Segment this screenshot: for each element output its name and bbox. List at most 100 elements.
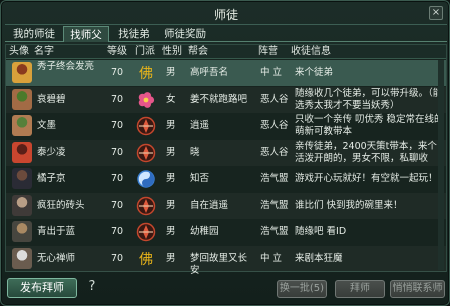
svg-text:佛: 佛 [139, 66, 153, 82]
col-avatar: 头像 [9, 46, 29, 57]
player-name: 橘子京 [37, 173, 66, 184]
title-bar: 师徒 × [5, 3, 447, 25]
sword-sect-icon [136, 196, 156, 216]
player-faction: 恶人谷 [260, 146, 289, 158]
window-title: 师徒 [213, 8, 238, 22]
player-faction: 中 立 [260, 252, 283, 264]
col-name: 名字 [34, 46, 54, 57]
player-gender: 女 [166, 93, 176, 105]
master-apprentice-window: 师徒 × 我的师徒 找师父 找徒弟 师徒奖励 头像 名字 等级 门派 性别 帮会… [0, 0, 450, 306]
player-faction: 恶人谷 [260, 120, 289, 131]
player-gender: 男 [166, 252, 176, 264]
publish-button[interactable]: 发布拜师 [7, 278, 77, 298]
player-guild: 梦回故里又长安 [190, 252, 248, 276]
table-row[interactable]: 秀子终会发亮 70 佛 男 高呼吾名 中 立 来个徒弟 [6, 60, 446, 86]
master-list: 头像 名字 等级 门派 性别 帮会 阵营 收徒信息 秀子终会发亮 70 佛男高呼吾名… [5, 44, 447, 276]
table-row[interactable]: 疯狂的砖头 70 男 自在逍遥 浩气盟 谁比们 快到我的碗里来！ [6, 193, 446, 219]
close-button[interactable]: × [429, 6, 443, 20]
col-faction: 阵营 [258, 46, 278, 57]
fo-sect-icon: 佛 [136, 249, 156, 269]
apprentice-button[interactable]: 拜师 [335, 280, 385, 298]
player-gender: 男 [166, 226, 176, 237]
sword-sect-icon [136, 116, 156, 136]
recruit-info: 亲传徒弟，2400天策t带本，来个活泼开朗的，男女不限，私聊收 [295, 140, 437, 164]
table-row[interactable]: 哀碧碧 70 女 姜不就跑路吧 恶人谷 随缘收几个徒弟，可以带升级。（能选秀太我才不要当妖… [6, 87, 446, 113]
recruit-info: 谁比们 快到我的碗里来！ [295, 199, 403, 211]
col-sect: 门派 [135, 46, 155, 57]
table-row[interactable]: 青出于蓝 70 男 幼稚园 浩气盟 随缘吧 看ID [6, 219, 446, 245]
player-faction: 浩气盟 [260, 199, 289, 211]
col-level: 等级 [107, 46, 127, 57]
tab-find-apprentice[interactable]: 找徒弟 [111, 26, 157, 42]
avatar [12, 194, 32, 216]
tab-my-master-apprentice[interactable]: 我的师徒 [7, 26, 61, 42]
avatar [12, 141, 32, 163]
player-guild: 晓 [190, 146, 200, 158]
sword-sect-icon [136, 143, 156, 163]
player-level: 70 [111, 93, 124, 105]
flower-sect-icon [136, 90, 156, 110]
player-guild: 逍遥 [190, 120, 210, 131]
player-faction: 浩气盟 [260, 226, 289, 237]
player-name: 泰少凌 [37, 146, 66, 158]
bottom-bar: 发布拜师 ? 换一批(5) 拜师 悄悄联系师 [5, 274, 447, 304]
fo-sect-icon: 佛 [136, 63, 156, 83]
tab-find-master[interactable]: 找师父 [63, 26, 109, 42]
player-faction: 恶人谷 [260, 93, 289, 105]
player-guild: 知否 [190, 173, 210, 184]
player-name: 文墨 [37, 120, 57, 131]
avatar [12, 62, 32, 83]
table-row[interactable]: 文墨 70 男 逍遥 恶人谷 只收一个亲传 叨优秀 稳定常在线的 萌新可教带本 [6, 113, 446, 139]
table-row[interactable]: 无心禅师 70 佛 男 梦回故里又长安中 立来剧本狂魔 [6, 246, 446, 276]
player-name: 无心禅师 [37, 252, 76, 264]
tab-rewards[interactable]: 师徒奖励 [159, 26, 211, 42]
player-level: 70 [111, 226, 124, 237]
recruit-info: 来个徒弟 [295, 67, 334, 78]
player-faction: 浩气盟 [260, 173, 289, 184]
player-gender: 男 [166, 120, 176, 131]
player-level: 70 [111, 173, 124, 184]
player-guild: 高呼吾名 [190, 67, 229, 78]
col-gender: 性别 [162, 46, 182, 57]
player-guild: 自在逍遥 [190, 199, 229, 211]
player-name: 青出于蓝 [37, 226, 76, 237]
player-faction: 中 立 [260, 67, 283, 78]
scrollbar[interactable] [438, 60, 444, 270]
avatar [12, 88, 32, 110]
player-level: 70 [111, 252, 124, 264]
svg-text:佛: 佛 [139, 252, 153, 268]
player-level: 70 [111, 120, 124, 131]
col-guild: 帮会 [188, 46, 208, 57]
player-name: 秀子终会发亮 [37, 61, 95, 72]
player-gender: 男 [166, 173, 176, 184]
sword-sect-icon [136, 222, 156, 242]
table-row[interactable]: 泰少凌 70 男 晓 恶人谷 亲传徒弟，2400天策t带本，来个活泼开朗的，男女不限，私聊… [6, 140, 446, 166]
player-gender: 男 [166, 67, 176, 78]
refresh-button[interactable]: 换一批(5) [277, 280, 327, 298]
player-gender: 男 [166, 146, 176, 158]
player-level: 70 [111, 199, 124, 211]
avatar [12, 115, 32, 136]
player-guild: 姜不就跑路吧 [190, 93, 248, 105]
player-level: 70 [111, 67, 124, 78]
list-header: 头像 名字 等级 门派 性别 帮会 阵营 收徒信息 [6, 45, 446, 59]
recruit-info: 来剧本狂魔 [295, 252, 343, 264]
recruit-info: 随缘吧 看ID [295, 226, 347, 237]
player-name: 哀碧碧 [37, 93, 66, 105]
player-gender: 男 [166, 199, 176, 211]
recruit-info: 随缘收几个徒弟，可以带升级。（能选秀太我才不要当妖秀） [295, 87, 443, 111]
recruit-info: 只收一个亲传 叨优秀 稳定常在线的 萌新可教带本 [295, 114, 444, 137]
help-icon[interactable]: ? [83, 278, 101, 296]
avatar [12, 221, 32, 242]
tab-bar: 我的师徒 找师父 找徒弟 师徒奖励 [5, 26, 447, 42]
player-guild: 幼稚园 [190, 226, 219, 237]
player-level: 70 [111, 146, 124, 158]
avatar [12, 168, 32, 189]
table-row[interactable]: 橘子京 70 男 知否 浩气盟 游戏开心玩就好！有空就一起玩！ [6, 166, 446, 192]
col-info: 收徒信息 [291, 46, 331, 57]
contact-button[interactable]: 悄悄联系师 [390, 280, 445, 298]
recruit-info: 游戏开心玩就好！有空就一起玩！ [295, 173, 438, 184]
taiji-sect-icon [136, 169, 156, 189]
avatar [12, 247, 32, 269]
player-name: 疯狂的砖头 [37, 199, 85, 211]
